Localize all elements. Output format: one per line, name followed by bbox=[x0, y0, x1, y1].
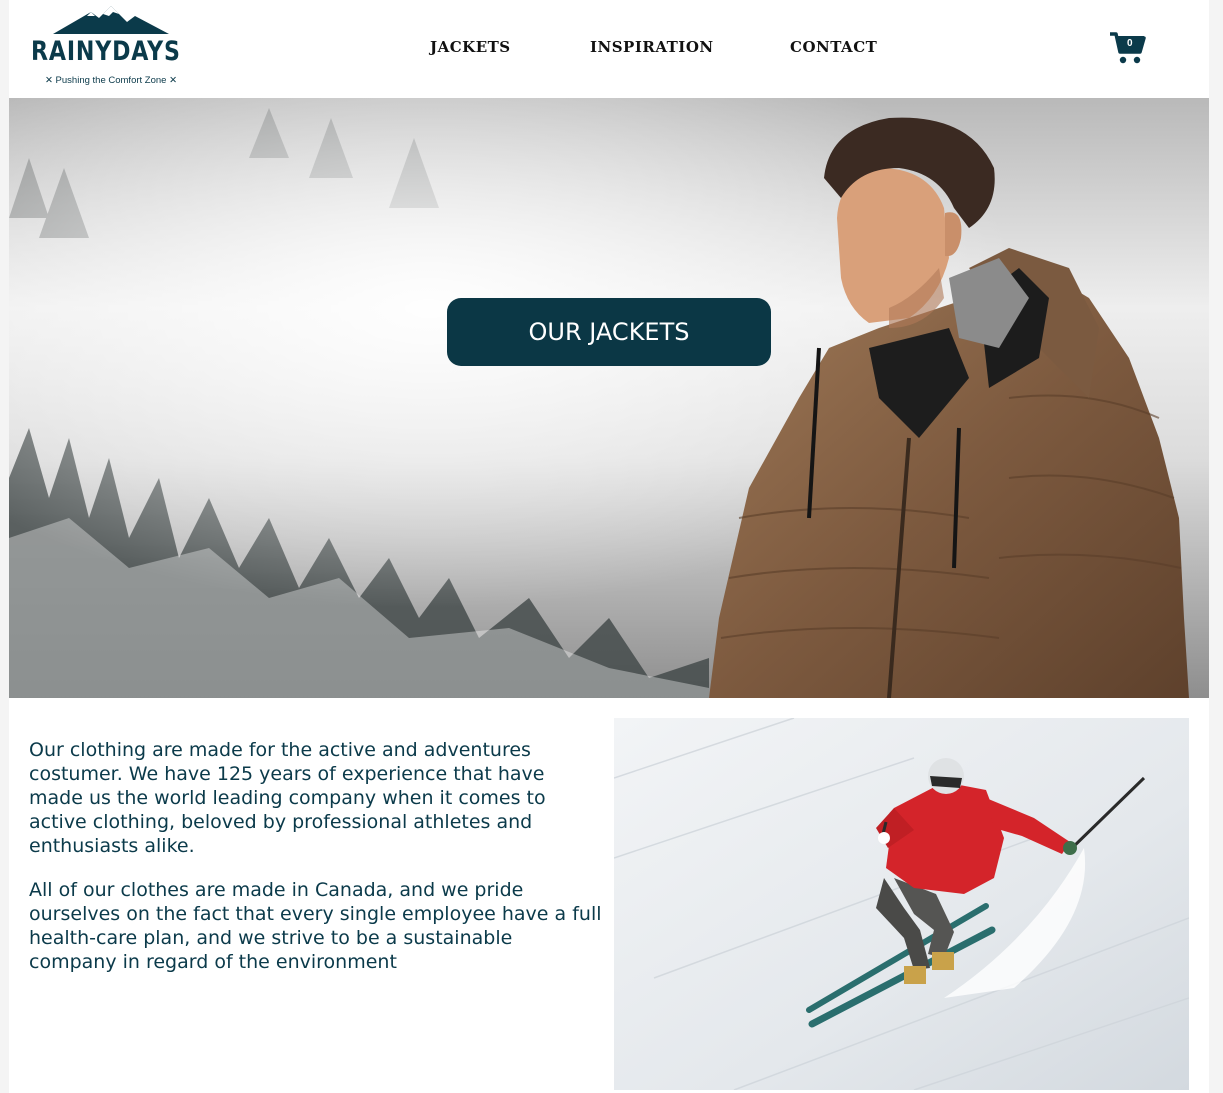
page: RAINYDAYS ✕ Pushing the Comfort Zone ✕ J… bbox=[9, 0, 1209, 1093]
nav-item-inspiration[interactable]: INSPIRATION bbox=[590, 38, 714, 58]
hero-banner: OUR JACKETS bbox=[9, 98, 1209, 698]
about-paragraph: All of our clothes are made in Canada, a… bbox=[29, 879, 602, 973]
about-paragraph: Our clothing are made for the active and… bbox=[29, 739, 546, 857]
hero-image bbox=[9, 98, 1209, 698]
brand-tagline: ✕ Pushing the Comfort Zone ✕ bbox=[44, 75, 178, 86]
brand-name: RAINYDAYS bbox=[31, 36, 181, 67]
cart-button[interactable]: 0 bbox=[1108, 30, 1148, 66]
skier-image bbox=[614, 718, 1189, 1090]
about-section: Our clothing are made for the active and… bbox=[29, 738, 604, 994]
nav-item-jackets[interactable]: JACKETS bbox=[430, 38, 511, 58]
mountain-icon bbox=[53, 6, 169, 34]
site-header: RAINYDAYS ✕ Pushing the Comfort Zone ✕ J… bbox=[9, 0, 1209, 98]
cart-count: 0 bbox=[1127, 38, 1133, 49]
nav-item-contact[interactable]: CONTACT bbox=[790, 38, 877, 58]
logo[interactable]: RAINYDAYS ✕ Pushing the Comfort Zone ✕ bbox=[31, 4, 191, 90]
our-jackets-button[interactable]: OUR JACKETS bbox=[447, 298, 771, 366]
